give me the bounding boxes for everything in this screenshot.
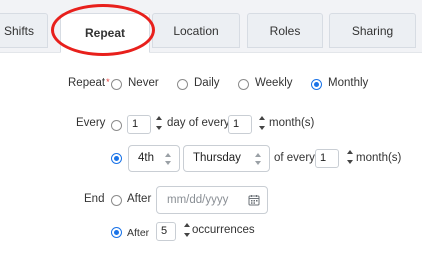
repeat-monthly-label[interactable]: Monthly [328,77,368,89]
every-label: Every [76,117,106,129]
tab-sharing[interactable]: Sharing [329,13,416,48]
repeat-weekly-label[interactable]: Weekly [255,77,293,89]
weekday-select[interactable]: Thursday [183,145,270,172]
every-ordinal-weekday-radio[interactable] [111,153,122,164]
repeat-weekly-radio[interactable] [238,79,249,90]
chevron-updown-icon [165,153,172,165]
end-label: End [84,193,105,205]
repeat-daily-label[interactable]: Daily [194,77,220,89]
end-after-date-label[interactable]: After [127,193,151,205]
ordinal-select[interactable]: 4th [128,145,180,172]
every-month-input[interactable]: 1 [228,115,252,134]
repeat-never-label[interactable]: Never [128,77,159,89]
ordinal-select-value: 4th [138,152,154,164]
tab-bar: Shifts Repeat Location Roles Sharing [0,0,422,56]
tab-roles[interactable]: Roles [247,13,323,48]
end-date-input[interactable]: mm/dd/yyyy [156,186,268,214]
every-month-spinner-icon[interactable] [259,114,265,132]
every-day-input[interactable]: 1 [127,115,151,134]
required-marker: * [106,77,110,87]
tab-location[interactable]: Location [152,13,240,48]
chevron-updown-icon [255,153,262,165]
of-every-text: of every [274,152,315,164]
end-after-occurrences-radio[interactable] [111,227,122,238]
tab-shifts[interactable]: Shifts [0,13,48,48]
end-date-placeholder: mm/dd/yyyy [167,194,229,206]
months-text-2: month(s) [356,152,402,164]
tab-repeat-label: Repeat [84,26,125,40]
every-day-of-month-radio[interactable] [111,120,122,131]
every-month-input-2[interactable]: 1 [315,149,339,168]
repeat-label: Repeat* [68,77,110,89]
tab-roles-label: Roles [269,23,301,38]
weekday-select-value: Thursday [193,152,241,164]
tab-shifts-label: Shifts [3,23,34,38]
every-day-spinner-icon[interactable] [156,114,162,132]
months-text: month(s) [269,117,315,129]
calendar-icon[interactable] [248,194,260,206]
end-after-date-radio[interactable] [111,195,122,206]
day-of-every-text: day of every [167,117,230,129]
occurrences-input[interactable]: 5 [156,222,176,241]
repeat-monthly-radio[interactable] [311,79,322,90]
tab-sharing-label: Sharing [351,23,394,38]
repeat-daily-radio[interactable] [177,79,188,90]
end-after-occurrences-label[interactable]: After [127,227,149,239]
occurrences-text: occurrences [192,224,255,236]
repeat-never-radio[interactable] [111,79,122,90]
tab-repeat[interactable]: Repeat [60,13,150,53]
tab-location-label: Location [173,23,219,38]
every-month-spinner-2-icon[interactable] [347,148,353,166]
occurrences-spinner-icon[interactable] [184,221,190,239]
